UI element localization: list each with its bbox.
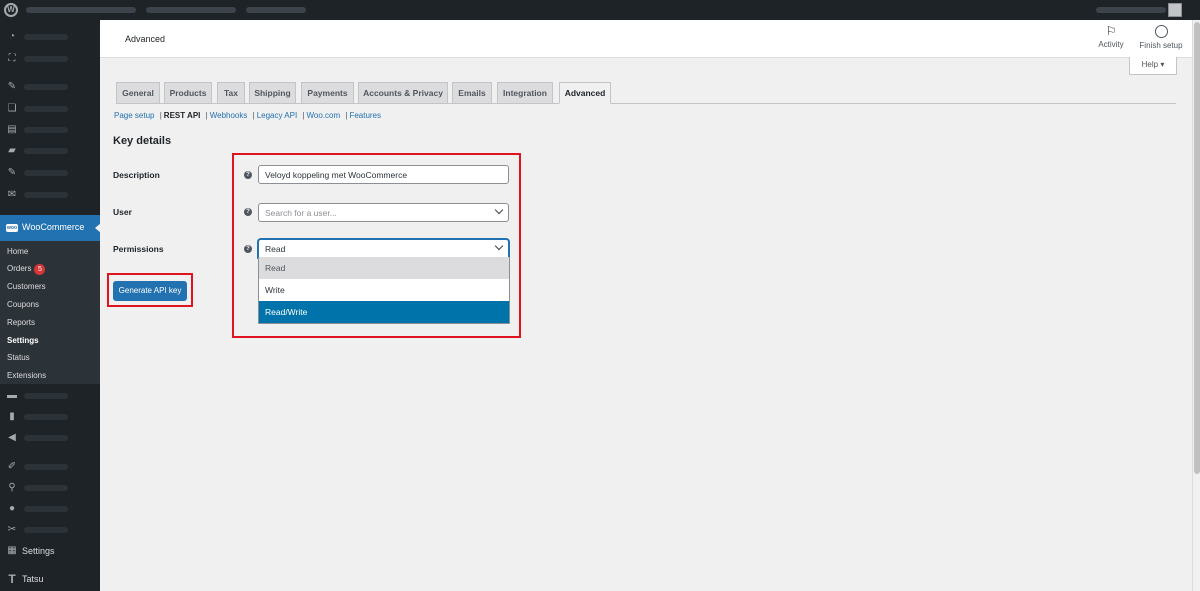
customize-icon[interactable]: ⛶ — [6, 54, 18, 64]
comments-icon[interactable]: ▰ — [6, 146, 18, 156]
subnav-legacy-api[interactable]: Legacy API — [257, 111, 297, 120]
subnav-separator: | — [345, 111, 348, 120]
subnav-webhooks[interactable]: Webhooks — [210, 111, 248, 120]
activity-label: Activity — [1098, 40, 1124, 49]
pin-icon[interactable]: ✎ — [6, 82, 18, 92]
tab-shipping[interactable]: Shipping — [249, 82, 296, 104]
tab-emails[interactable]: Emails — [452, 82, 492, 104]
admin-bar-item-blurred[interactable] — [146, 7, 236, 13]
permissions-label: Permissions — [113, 244, 164, 254]
submenu-item-home[interactable]: Home — [7, 247, 28, 256]
marketing-icon[interactable]: ◀ — [6, 433, 18, 443]
subnav-separator: | — [252, 111, 255, 120]
mail-icon[interactable]: ✉ — [6, 190, 18, 200]
menu-item-blurred[interactable] — [24, 527, 68, 533]
subnav-features[interactable]: Features — [349, 111, 381, 120]
tab-products[interactable]: Products — [164, 82, 212, 104]
tab-accounts-privacy[interactable]: Accounts & Privacy — [358, 82, 448, 104]
highlight-box-button — [107, 273, 193, 307]
pin-icon[interactable]: ✎ — [6, 168, 18, 178]
menu-item-blurred[interactable] — [24, 485, 68, 491]
submenu-item-status[interactable]: Status — [7, 353, 30, 362]
media-icon[interactable]: ❏ — [6, 104, 18, 114]
progress-circle-icon — [1154, 25, 1168, 38]
tatsu-icon[interactable]: T — [6, 573, 18, 585]
pages-icon[interactable]: ▤ — [6, 125, 18, 135]
site-name-blurred[interactable] — [26, 7, 136, 13]
wordpress-logo-icon[interactable]: W — [4, 3, 18, 17]
howdy-user-blurred[interactable] — [1096, 7, 1166, 13]
dashboard-icon[interactable]: ◔ — [6, 32, 18, 42]
advanced-subnav: Page setup | REST API | Webhooks | Legacy A… — [114, 111, 381, 120]
user-label: User — [113, 207, 132, 217]
help-tab-button[interactable]: Help ▾ — [1129, 57, 1177, 75]
submenu-item-orders[interactable]: Orders 5 — [7, 264, 46, 275]
scrollbar-thumb[interactable] — [1194, 22, 1200, 474]
sidebar-item-woocommerce[interactable]: woo WooCommerce — [0, 215, 101, 241]
submenu-item-customers[interactable]: Customers — [7, 282, 46, 291]
admin-bar: W — [0, 0, 1200, 20]
users-icon[interactable]: ● — [6, 504, 18, 514]
woocommerce-icon: woo — [6, 224, 18, 232]
tools-icon[interactable]: ✂ — [6, 525, 18, 535]
submenu-item-coupons[interactable]: Coupons — [7, 300, 39, 309]
woocommerce-submenu: Home Orders 5 Customers Coupons Reports S… — [0, 241, 100, 384]
tab-payments[interactable]: Payments — [301, 82, 354, 104]
menu-item-blurred[interactable] — [24, 84, 68, 90]
sidebar-item-tatsu[interactable]: Tatsu — [22, 574, 44, 584]
tab-general[interactable]: General — [116, 82, 160, 104]
flag-icon: ⚐ — [1105, 24, 1117, 38]
subnav-separator: | — [205, 111, 208, 120]
admin-sidebar: ◔ ⛶ ✎ ❏ ▤ ▰ ✎ ✉ woo WooCommerce Home Ord… — [0, 20, 101, 591]
tab-integration[interactable]: Integration — [497, 82, 553, 104]
sidebar-item-settings[interactable]: Settings — [22, 546, 55, 556]
analytics-icon[interactable]: ▮ — [6, 412, 18, 422]
subnav-page-setup[interactable]: Page setup — [114, 111, 154, 120]
description-label: Description — [113, 170, 160, 180]
menu-item-blurred[interactable] — [24, 414, 68, 420]
submenu-item-extensions[interactable]: Extensions — [7, 371, 46, 380]
menu-item-blurred[interactable] — [24, 127, 68, 133]
menu-item-blurred[interactable] — [24, 106, 68, 112]
admin-bar-item-blurred[interactable] — [246, 7, 306, 13]
menu-item-blurred[interactable] — [24, 148, 68, 154]
menu-item-blurred[interactable] — [24, 506, 68, 512]
menu-item-blurred[interactable] — [24, 435, 68, 441]
subnav-woo-com[interactable]: Woo.com — [306, 111, 340, 120]
menu-item-blurred[interactable] — [24, 192, 68, 198]
page-scrollbar[interactable] — [1192, 20, 1200, 591]
submenu-item-settings[interactable]: Settings — [7, 336, 39, 345]
submenu-item-label: Orders — [7, 264, 32, 273]
finish-setup-label: Finish setup — [1139, 41, 1183, 50]
sidebar-item-label: WooCommerce — [22, 222, 85, 232]
subnav-separator: | — [159, 111, 162, 120]
page-header: Advanced ⚐ Activity Finish setup — [100, 20, 1192, 58]
products-icon[interactable]: ▬ — [6, 391, 18, 401]
appearance-icon[interactable]: ✐ — [6, 462, 18, 472]
key-details-heading: Key details — [113, 135, 172, 147]
subnav-separator: | — [302, 111, 305, 120]
menu-item-blurred[interactable] — [24, 393, 68, 399]
tab-tax[interactable]: Tax — [217, 82, 245, 104]
user-avatar[interactable] — [1168, 3, 1182, 17]
activity-button[interactable]: ⚐ Activity — [1096, 24, 1126, 49]
subnav-rest-api[interactable]: REST API — [164, 111, 201, 120]
menu-item-blurred[interactable] — [24, 170, 68, 176]
orders-count-badge: 5 — [34, 264, 46, 275]
submenu-item-reports[interactable]: Reports — [7, 318, 35, 327]
finish-setup-button[interactable]: Finish setup — [1137, 24, 1185, 50]
page-title: Advanced — [125, 34, 166, 44]
menu-item-blurred[interactable] — [24, 56, 68, 62]
highlight-box-form — [232, 153, 521, 338]
tab-advanced[interactable]: Advanced — [559, 82, 611, 104]
menu-item-blurred[interactable] — [24, 34, 68, 40]
menu-item-blurred[interactable] — [24, 464, 68, 470]
plugins-icon[interactable]: ⚲ — [6, 483, 18, 493]
settings-icon[interactable]: ▦ — [6, 546, 18, 556]
